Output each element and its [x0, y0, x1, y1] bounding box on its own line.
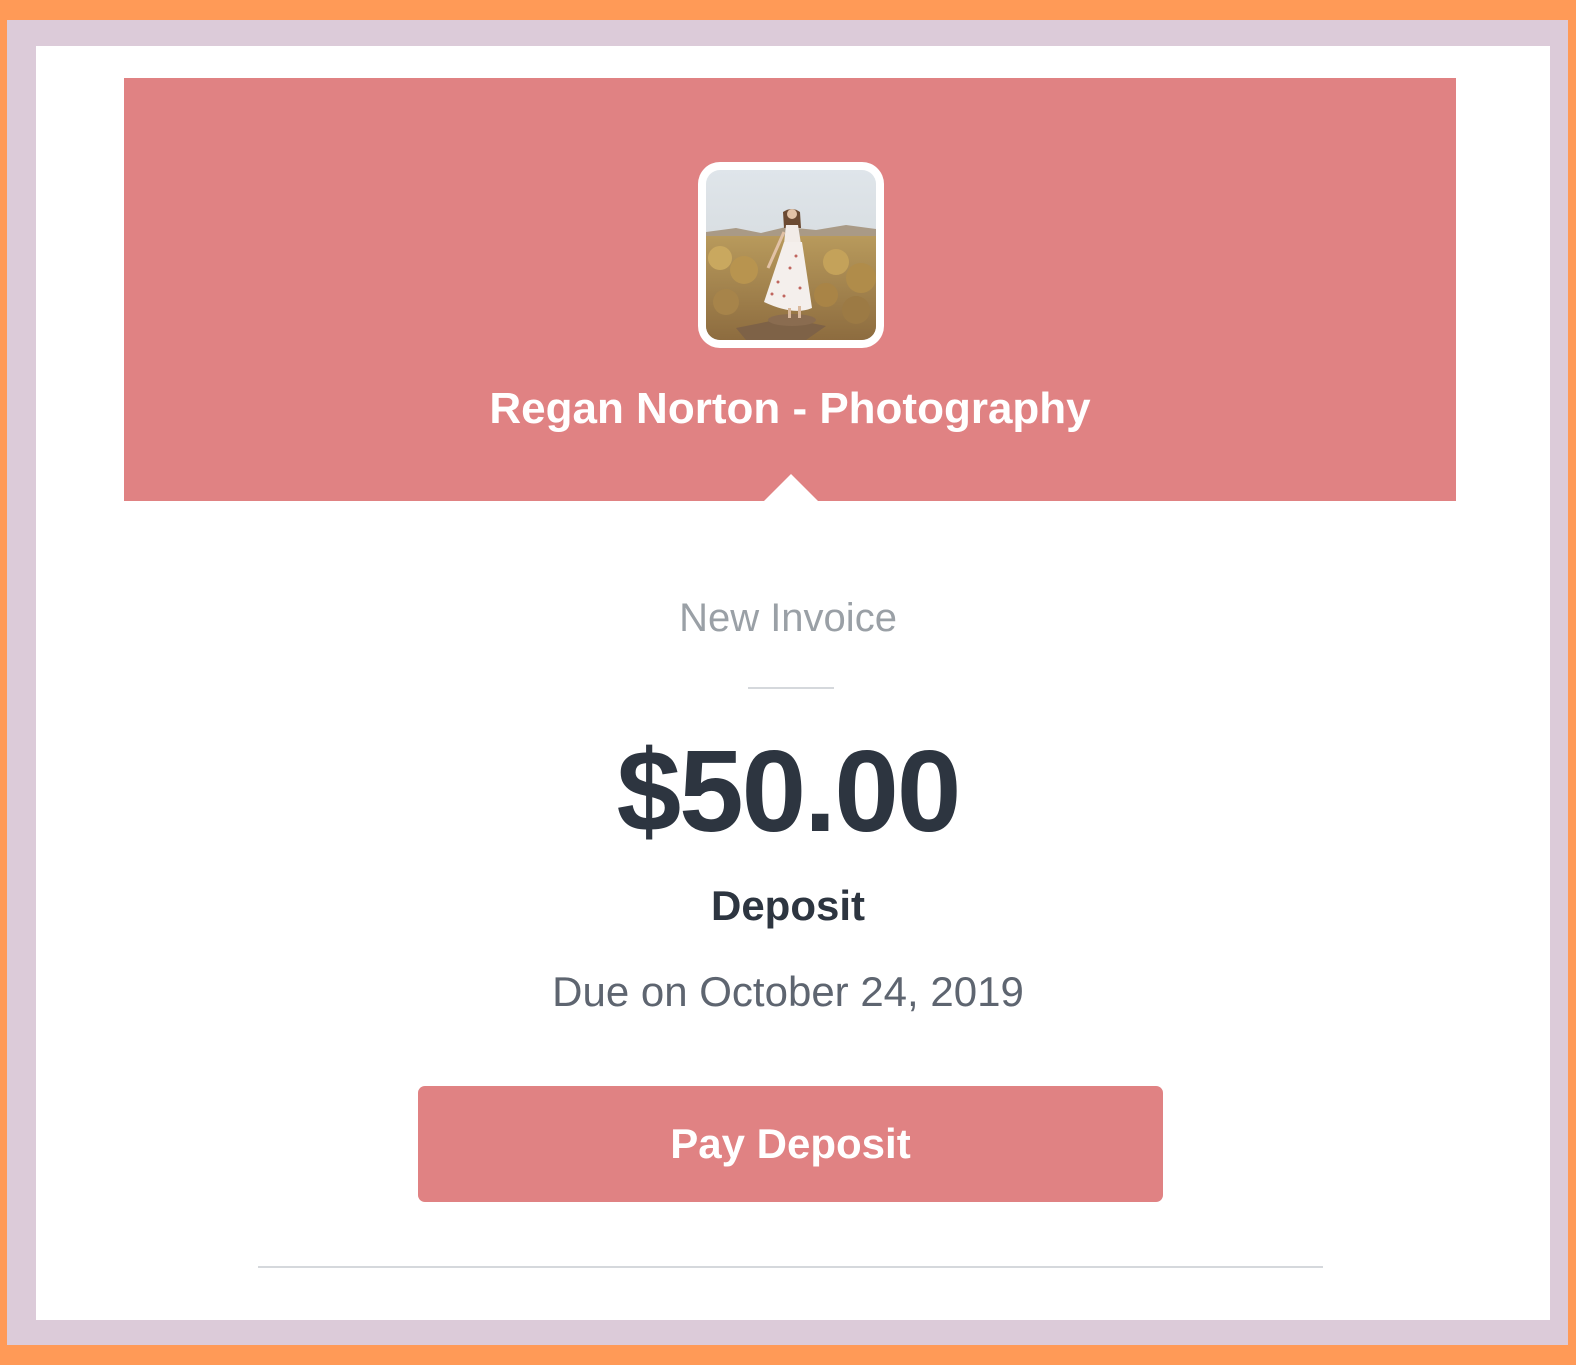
header-pointer	[764, 474, 818, 501]
invoice-amount: $50.00	[616, 726, 962, 856]
business-logo	[698, 162, 884, 348]
due-date: Due on October 24, 2019	[552, 968, 1024, 1015]
bottom-divider	[258, 1266, 1323, 1268]
heading-divider	[748, 687, 834, 689]
invoice-type: Deposit	[710, 882, 865, 929]
business-name: Regan Norton - Photography	[489, 384, 1091, 433]
business-logo-photo	[706, 170, 876, 340]
pay-deposit-button[interactable]: Pay Deposit	[418, 1086, 1163, 1202]
invoice-heading: New Invoice	[679, 596, 897, 640]
